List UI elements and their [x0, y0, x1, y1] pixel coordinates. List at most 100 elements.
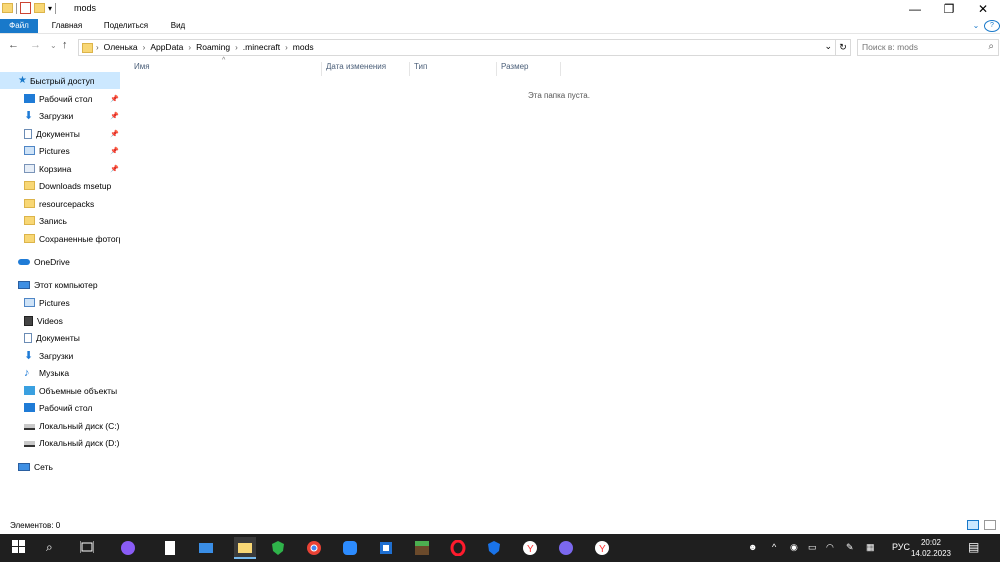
sidebar-item-downloads-msetup[interactable]: Downloads msetup — [0, 177, 120, 194]
file-explorer-icon[interactable] — [234, 537, 256, 559]
task-view-icon[interactable] — [79, 540, 96, 556]
app-icon[interactable] — [378, 540, 394, 556]
start-icon[interactable] — [12, 540, 28, 556]
pictures-icon — [24, 146, 35, 155]
chevron-up-icon[interactable]: ^ — [772, 542, 776, 552]
sidebar-item-documents[interactable]: Документы 📌 — [0, 125, 120, 142]
clock-time: 20:02 — [920, 538, 942, 547]
large-icons-view-icon[interactable] — [984, 520, 996, 530]
notifications-icon[interactable]: ▤ — [968, 540, 979, 554]
sidebar-item-drive-c[interactable]: Локальный диск (C:) — [0, 417, 120, 434]
breadcrumb-item[interactable]: mods — [293, 42, 314, 52]
sidebar-item-downloads[interactable]: ⬇ Загрузки 📌 — [0, 107, 120, 124]
battery-icon[interactable]: ▭ — [808, 542, 817, 553]
yandex-icon[interactable]: Y — [522, 540, 538, 556]
opera-icon[interactable] — [450, 539, 466, 557]
back-button[interactable]: ← — [8, 39, 19, 51]
address-bar[interactable]: › Оленька › AppData › Roaming › .minecra… — [78, 39, 836, 56]
sidebar-item-videos[interactable]: Videos — [0, 312, 120, 329]
tab-file[interactable]: Файл — [0, 19, 38, 33]
sidebar-item-pc-desktop[interactable]: Рабочий стол — [0, 399, 120, 416]
refresh-button[interactable]: ↻ — [836, 39, 851, 56]
sidebar-item-pc-pictures[interactable]: Pictures — [0, 294, 120, 311]
shield-icon[interactable] — [270, 540, 286, 556]
taskbar: ⌕ Y Y ☻ ^ ◉ ▭ ◠ ✎ ▦ РУС 20:02 14.02.2023… — [0, 534, 1000, 562]
search-input[interactable] — [862, 42, 972, 52]
file-icon[interactable] — [162, 540, 178, 556]
sidebar-item-recycle-bin[interactable]: Корзина 📌 — [0, 160, 120, 177]
recent-locations-button[interactable]: ⌄ — [50, 41, 57, 50]
close-button[interactable]: ✕ — [966, 0, 1000, 18]
column-divider[interactable] — [560, 62, 561, 76]
breadcrumb-item[interactable]: AppData — [150, 42, 183, 52]
sidebar-item-onedrive[interactable]: OneDrive — [0, 253, 120, 270]
column-header-name[interactable]: Имя — [134, 62, 150, 76]
user-icon[interactable]: ☻ — [748, 542, 757, 552]
yandex-browser-icon[interactable]: Y — [594, 540, 610, 556]
column-header-size[interactable]: Размер — [501, 62, 529, 76]
column-divider[interactable] — [321, 62, 322, 76]
sidebar-item-pictures[interactable]: Pictures 📌 — [0, 142, 120, 159]
breadcrumb-item[interactable]: Roaming — [196, 42, 230, 52]
chevron-right-icon[interactable]: › — [285, 43, 288, 52]
properties-icon[interactable] — [20, 2, 31, 14]
column-divider[interactable] — [409, 62, 410, 76]
column-divider[interactable] — [496, 62, 497, 76]
mail-icon[interactable] — [198, 540, 214, 556]
up-button[interactable]: ↑ — [62, 39, 68, 51]
sidebar-item-this-pc[interactable]: Этот компьютер — [0, 276, 120, 293]
expand-ribbon-icon[interactable]: ⌄ — [969, 19, 983, 33]
chevron-right-icon[interactable]: › — [188, 43, 191, 52]
zoom-icon[interactable] — [342, 540, 358, 556]
sidebar-item-saved-photos[interactable]: Сохраненные фотографии — [0, 230, 120, 247]
column-header-date-modified[interactable]: Дата изменения — [326, 62, 386, 76]
clock[interactable]: 20:02 14.02.2023 — [910, 537, 952, 559]
customize-toolbar-icon[interactable]: ▾ — [48, 4, 52, 13]
sidebar-item-recording[interactable]: Запись — [0, 212, 120, 229]
search-box[interactable]: ⌕ — [857, 39, 999, 56]
sidebar-item-pc-documents[interactable]: Документы — [0, 329, 120, 346]
maximize-button[interactable]: ❐ — [932, 0, 966, 18]
chevron-right-icon[interactable]: › — [235, 43, 238, 52]
address-dropdown-icon[interactable]: ⌄ — [824, 41, 832, 52]
wifi-icon[interactable]: ◉ — [790, 542, 798, 553]
sidebar-item-3d-objects[interactable]: Объемные объекты — [0, 382, 120, 399]
security-icon[interactable] — [486, 540, 502, 556]
minimize-button[interactable]: — — [898, 0, 932, 18]
tab-home[interactable]: Главная — [42, 19, 92, 33]
sidebar-item-network[interactable]: Сеть — [0, 458, 120, 475]
sidebar-item-pc-downloads[interactable]: ⬇ Загрузки — [0, 347, 120, 364]
sidebar-item-resourcepacks[interactable]: resourcepacks — [0, 195, 120, 212]
chrome-icon[interactable] — [306, 540, 322, 556]
sidebar-item-label: Локальный диск (D:) — [39, 437, 120, 448]
minecraft-icon[interactable] — [414, 540, 430, 556]
alice-icon[interactable] — [120, 540, 136, 556]
language-indicator[interactable]: РУС — [892, 542, 910, 552]
tab-share[interactable]: Поделиться — [96, 19, 156, 33]
keyboard-icon[interactable]: ▦ — [866, 542, 875, 553]
forward-button[interactable]: → — [30, 39, 41, 51]
details-view-icon[interactable] — [967, 520, 979, 530]
download-icon: ⬇ — [24, 110, 34, 122]
sidebar-item-label: Загрузки — [39, 350, 74, 361]
pen-icon[interactable]: ✎ — [846, 542, 854, 553]
sidebar-item-quick-access[interactable]: ★ Быстрый доступ — [0, 72, 120, 89]
help-icon[interactable]: ? — [984, 20, 1000, 32]
chevron-right-icon[interactable]: › — [143, 43, 146, 52]
folder-icon — [2, 3, 13, 13]
drive-icon — [24, 424, 35, 430]
new-folder-icon[interactable] — [34, 3, 45, 13]
sidebar-item-label: Загрузки — [39, 110, 74, 121]
discord-icon[interactable] — [558, 540, 574, 556]
network-icon[interactable]: ◠ — [826, 542, 834, 553]
sidebar-item-desktop[interactable]: Рабочий стол 📌 — [0, 90, 120, 107]
sidebar-item-drive-d[interactable]: Локальный диск (D:) — [0, 434, 120, 451]
tab-view[interactable]: Вид — [160, 19, 196, 33]
sidebar-item-label: Объемные объекты — [39, 385, 118, 396]
search-icon[interactable]: ⌕ — [988, 41, 994, 52]
search-icon[interactable]: ⌕ — [46, 540, 62, 556]
breadcrumb-item[interactable]: .minecraft — [243, 42, 280, 52]
column-header-type[interactable]: Тип — [414, 62, 427, 76]
breadcrumb-item[interactable]: Оленька — [104, 42, 138, 52]
sidebar-item-music[interactable]: ♪ Музыка — [0, 364, 120, 381]
